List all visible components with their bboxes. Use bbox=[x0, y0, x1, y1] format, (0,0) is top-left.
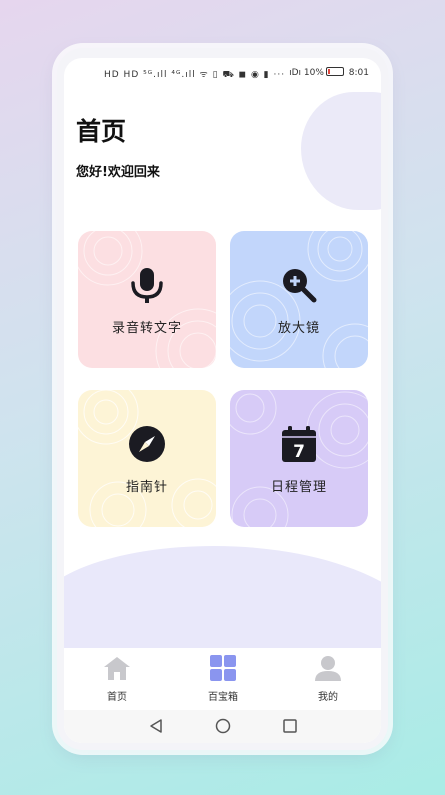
status-time: 8:01 bbox=[348, 68, 369, 78]
card-label: 录音转文字 bbox=[111, 321, 182, 336]
back-triangle-icon[interactable] bbox=[146, 716, 166, 736]
card-label: 放大镜 bbox=[277, 321, 320, 336]
battery-percent: ıDı 10% bbox=[289, 68, 324, 78]
recents-square-icon[interactable] bbox=[280, 716, 300, 736]
card-magnifier[interactable]: 放大镜 bbox=[230, 231, 368, 368]
tab-label: 首页 bbox=[107, 692, 127, 703]
tab-label: 我的 bbox=[318, 692, 338, 703]
card-label: 日程管理 bbox=[270, 480, 327, 495]
card-label: 指南针 bbox=[125, 480, 168, 495]
tab-home[interactable]: 首页 bbox=[67, 648, 167, 710]
tab-mine[interactable]: 我的 bbox=[278, 648, 378, 710]
home-icon bbox=[104, 657, 130, 680]
phone-frame: HD HD ⁵ᴳ.ıll ⁴ᴳ.ıll ᯤ ▯ ⛟ ◼ ◉ ▮ ··· ıDı … bbox=[57, 48, 388, 750]
greeting-text: 您好!欢迎回来 bbox=[76, 165, 160, 180]
compass-icon bbox=[129, 426, 165, 462]
page-title: 首页 bbox=[76, 117, 127, 146]
decorative-blob-top bbox=[301, 92, 381, 210]
home-circle-icon[interactable] bbox=[213, 716, 233, 736]
tab-toolbox[interactable]: 百宝箱 bbox=[173, 648, 273, 710]
battery-icon bbox=[325, 67, 344, 76]
status-icons: HD HD ⁵ᴳ.ıll ⁴ᴳ.ıll ᯤ ▯ ⛟ ◼ ◉ ▮ ··· bbox=[104, 70, 286, 80]
bottom-tab-bar: 首页 百宝箱 我的 bbox=[64, 648, 381, 710]
app-screen: HD HD ⁵ᴳ.ıll ⁴ᴳ.ıll ᯤ ▯ ⛟ ◼ ◉ ▮ ··· ıDı … bbox=[64, 58, 381, 743]
magnifier-plus-icon bbox=[283, 269, 317, 303]
system-nav-bar bbox=[64, 710, 381, 743]
microphone-icon bbox=[131, 268, 163, 303]
grid-icon bbox=[210, 655, 236, 681]
card-voice-to-text[interactable]: 录音转文字 bbox=[78, 231, 216, 368]
status-right: ıDı 10% 8:01 bbox=[289, 67, 369, 78]
card-schedule[interactable]: 7 日程管理 bbox=[230, 390, 368, 527]
user-icon bbox=[315, 656, 341, 681]
calendar-day-text: 7 bbox=[293, 442, 305, 462]
tab-label: 百宝箱 bbox=[208, 692, 238, 703]
card-compass[interactable]: 指南针 bbox=[78, 390, 216, 527]
calendar-icon: 7 bbox=[282, 426, 316, 462]
status-bar: HD HD ⁵ᴳ.ıll ⁴ᴳ.ıll ᯤ ▯ ⛟ ◼ ◉ ▮ ··· ıDı … bbox=[64, 58, 381, 90]
